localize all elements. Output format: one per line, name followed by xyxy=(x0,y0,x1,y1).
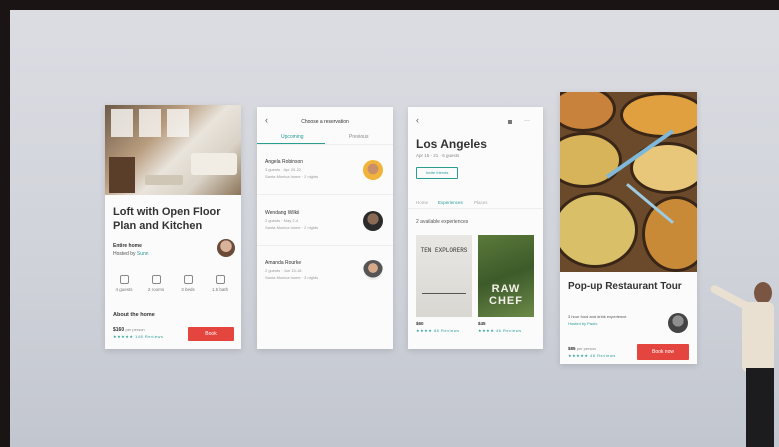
reservation-name-3[interactable]: Amanda Rourke xyxy=(265,260,301,266)
experience-reviews-1: ★★★★ 88 Reviews xyxy=(416,328,460,333)
tab-previous[interactable]: Previous xyxy=(349,134,368,140)
reservation-title: Choose a reservation xyxy=(301,119,349,125)
book-now-button[interactable]: Book now xyxy=(637,344,689,360)
experience-reviews-2: ★★★★ 46 Reviews xyxy=(478,328,522,333)
grid-icon[interactable] xyxy=(508,120,512,124)
invite-friends-button[interactable]: Invite friends xyxy=(416,167,458,179)
tab-places[interactable]: Places xyxy=(474,200,488,205)
guest-avatar-2[interactable] xyxy=(363,211,383,231)
experience-reviews: ★★★★★ 48 Reviews xyxy=(568,353,616,358)
amenity-beds: 3 beds xyxy=(173,275,203,292)
presenter-arm xyxy=(709,283,752,312)
host-avatar[interactable] xyxy=(668,313,688,333)
cover-title-1: TEN EXPLORERS xyxy=(420,247,468,254)
tab-home[interactable]: Home xyxy=(416,200,428,205)
guest-avatar-3[interactable] xyxy=(363,260,383,280)
reservation-detail-2: Santa Monica home · 2 nights xyxy=(265,225,319,230)
reservation-sub-1: 3 guests · Apr 20-22 xyxy=(265,167,302,172)
cover-title-2: RAW CHEF xyxy=(489,283,523,307)
back-chevron-icon[interactable]: ‹ xyxy=(416,115,419,125)
reservation-detail-3: Santa Monica home · 3 nights xyxy=(265,275,319,280)
experience-host: Hosted by Paolo xyxy=(568,321,598,326)
about-heading: About the home xyxy=(113,312,155,318)
guest-avatar-1[interactable] xyxy=(363,160,383,180)
presenter-head xyxy=(754,282,772,304)
experience-price-2: $45 xyxy=(478,321,486,326)
loft-photo xyxy=(105,105,241,195)
amenity-bath: 1.5 bath xyxy=(205,275,235,292)
reservation-sub-3: 2 guests · Jun 15-18 xyxy=(265,268,302,273)
listing-title: Loft with Open Floor Plan and Kitchen xyxy=(113,206,221,232)
reservation-detail-1: Santa Monica home · 2 nights xyxy=(265,174,319,179)
experience-desc: 3 hour food and drink experience xyxy=(568,314,627,319)
tab-experiences[interactable]: Experiences xyxy=(438,200,463,205)
more-icon[interactable]: ··· xyxy=(524,118,530,124)
listing-host: Hosted by Sunn xyxy=(113,251,149,257)
reservation-card: ‹ Choose a reservation Upcoming Previous… xyxy=(257,107,393,349)
experience-thumb-1[interactable]: TEN EXPLORERS xyxy=(416,235,472,317)
reservation-name-1[interactable]: Angela Robinson xyxy=(265,159,303,165)
presenter-shirt xyxy=(742,302,774,372)
amenity-guests: 4 guests xyxy=(109,275,139,292)
guests-icon xyxy=(119,275,129,284)
experience-price-1: $60 xyxy=(416,321,424,326)
experience-price: $85 per person xyxy=(568,346,596,351)
book-button[interactable]: Book xyxy=(188,327,234,341)
listing-reviews: ★★★★★ 148 Reviews xyxy=(113,334,164,339)
city-card: ‹ ··· Los Angeles Apr 15 - 21 · 6 guests… xyxy=(408,107,543,349)
bath-icon xyxy=(215,275,225,284)
experience-card: Pop-up Restaurant Tour 3 hour food and d… xyxy=(560,92,697,364)
experience-title: Pop-up Restaurant Tour xyxy=(568,281,682,292)
trip-dates: Apr 15 - 21 · 6 guests xyxy=(416,153,460,158)
projection-screen: Loft with Open Floor Plan and Kitchen En… xyxy=(10,10,779,447)
reservation-name-2[interactable]: Wendang Wilkii xyxy=(265,210,299,216)
city-title: Los Angeles xyxy=(416,137,487,151)
presenter xyxy=(700,282,779,447)
section-heading: 2 available experiences xyxy=(416,219,469,225)
tab-upcoming[interactable]: Upcoming xyxy=(281,134,304,140)
reservation-sub-2: 2 guests · May 2-4 xyxy=(265,218,299,223)
door-icon xyxy=(151,275,161,284)
bed-icon xyxy=(183,275,193,284)
home-listing-card: Loft with Open Floor Plan and Kitchen En… xyxy=(105,105,241,349)
amenity-rooms: 2 rooms xyxy=(141,275,171,292)
listing-type: Entire home xyxy=(113,243,142,249)
host-avatar[interactable] xyxy=(217,239,235,257)
experience-thumb-2[interactable]: RAW CHEF xyxy=(478,235,534,317)
listing-price: $160 per person xyxy=(113,327,145,333)
presenter-pants xyxy=(746,368,774,447)
food-photo xyxy=(560,92,697,272)
